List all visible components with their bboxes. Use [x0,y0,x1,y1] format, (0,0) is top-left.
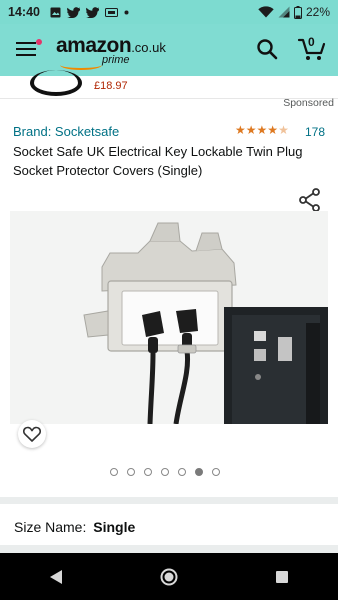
sponsored-label[interactable]: Sponsored [283,97,334,109]
signal-icon [278,6,290,18]
home-circle-icon [160,568,178,585]
carousel-dot[interactable] [110,468,118,476]
twitter-icon [86,6,99,18]
status-bar: 14:40 22% [0,0,338,24]
product-image[interactable] [10,211,328,424]
image-carousel-indicator[interactable] [110,468,220,476]
star-full-icon: ★ [235,123,246,137]
recents-square-icon [275,570,288,583]
carousel-dot[interactable] [144,468,152,476]
carousel-dot[interactable] [178,468,186,476]
wifi-icon [258,6,274,18]
recents-button[interactable] [260,555,304,599]
hamburger-line [16,48,36,50]
carousel-dot[interactable] [161,468,169,476]
rating-count[interactable]: 178 [305,125,325,139]
previous-item-price: £18.97 [94,80,128,92]
logo-smile-icon [60,60,102,70]
cart-count: 0 [308,35,315,49]
size-label: Size Name: [14,519,87,535]
carousel-dot[interactable] [127,468,135,476]
back-button[interactable] [34,555,78,599]
battery-level: 22% [305,5,330,19]
heart-icon [23,426,41,442]
section-divider [0,497,338,504]
search-icon[interactable] [256,38,278,60]
twitter-icon [67,6,80,18]
hamburger-line [16,42,36,44]
size-value: Single [93,519,136,535]
carousel-dot[interactable] [212,468,220,476]
star-full-icon: ★ [256,123,268,137]
product-title: Socket Safe UK Electrical Key Lockable T… [13,144,303,178]
system-navigation-bar [0,553,338,600]
status-time: 14:40 [8,5,40,19]
sim-icon [104,7,118,17]
logo-prime: prime [102,54,130,66]
hamburger-line [16,54,36,56]
share-icon[interactable] [296,186,324,214]
battery-icon [293,5,302,19]
star-half-icon: ★ [278,123,289,137]
rating-stars[interactable]: ★ ★ ★ ★ ★ [235,123,289,137]
image-icon [50,7,61,17]
cart-button[interactable]: 0 [297,35,327,62]
system-status: 22% [258,5,330,19]
size-selector[interactable]: Size Name: Single [14,519,135,535]
star-full-icon: ★ [245,123,257,137]
menu-button[interactable] [16,39,42,58]
notification-icons [50,6,129,18]
app-header: amazon.co.uk prime 0 [0,24,338,76]
notification-dot [36,39,42,45]
add-to-wishlist-button[interactable] [18,420,46,448]
back-triangle-icon [50,569,63,584]
dot-icon [124,10,129,14]
previous-item-thumbnail [30,70,82,96]
previous-item-strip[interactable]: £18.97 [0,70,338,99]
carousel-dot-active[interactable] [195,468,203,476]
star-full-icon: ★ [267,123,279,137]
amazon-prime-logo[interactable]: amazon.co.uk prime [56,34,166,70]
logo-tld: .co.uk [131,40,166,55]
brand-link[interactable]: Brand: Socketsafe [13,124,119,139]
section-divider [0,545,338,553]
home-button[interactable] [147,555,191,599]
